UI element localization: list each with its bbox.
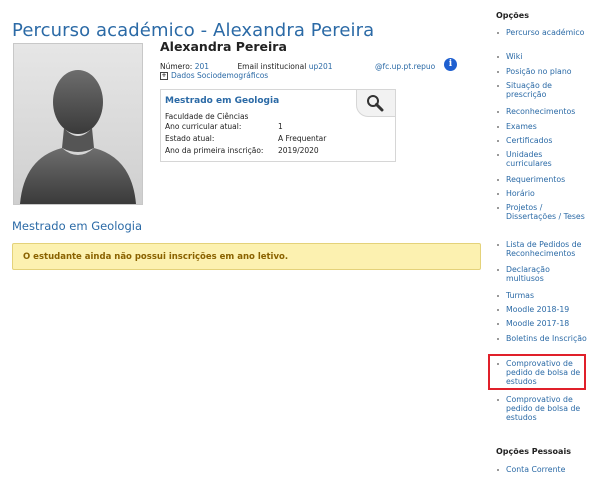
sidebar-item-label[interactable]: Posição no plano xyxy=(506,67,590,76)
sidebar-item-label[interactable]: Boletins de Inscrição xyxy=(506,334,590,343)
bullet-icon xyxy=(497,126,499,128)
bullet-icon xyxy=(497,399,499,401)
sidebar-item-label[interactable]: Percurso académico xyxy=(506,28,590,37)
bullet-icon xyxy=(497,469,499,471)
sidebar-item[interactable]: Posição no plano xyxy=(496,67,590,76)
sidebar-item[interactable]: Certificados xyxy=(496,136,590,145)
sidebar-personal-item[interactable]: Conta Corrente xyxy=(496,465,590,474)
course-row-key: Faculdade de Ciências xyxy=(165,112,249,121)
bullet-icon xyxy=(497,193,499,195)
bullet-icon xyxy=(497,207,499,209)
sidebar-personal-title: Opções Pessoais xyxy=(496,447,571,456)
student-meta: Número: 201 Email institucional up201 @f… xyxy=(160,62,435,71)
sidebar-item[interactable]: Projetos / Dissertações / Teses xyxy=(496,203,590,221)
sidebar-item-label[interactable]: Moodle 2018-19 xyxy=(506,305,590,314)
student-name: Alexandra Pereira xyxy=(160,39,287,54)
bullet-icon xyxy=(497,56,499,58)
course-row-key: Ano da primeira inscrição: xyxy=(165,146,264,155)
sidebar-item[interactable]: Requerimentos xyxy=(496,175,590,184)
bullet-icon xyxy=(497,179,499,181)
course-row-value: A Frequentar xyxy=(278,134,327,143)
sidebar-item-label[interactable]: Situação de prescrição xyxy=(506,81,590,99)
sidebar-item-label[interactable]: Projetos / Dissertações / Teses xyxy=(506,203,590,221)
course-row-key: Estado atual: xyxy=(165,134,215,143)
course-row: Estado atual: A Frequentar xyxy=(165,134,326,143)
socio-demographic-link[interactable]: Dados Sociodemográficos xyxy=(171,71,268,80)
sidebar-item[interactable]: Declaração multiusos xyxy=(496,265,590,283)
bullet-icon xyxy=(497,140,499,142)
bullet-icon xyxy=(497,269,499,271)
sidebar-item-label[interactable]: Turmas xyxy=(506,291,590,300)
email-user-link[interactable]: up201 xyxy=(309,62,333,71)
sidebar-item-label[interactable]: Conta Corrente xyxy=(506,465,590,474)
section-title: Mestrado em Geologia xyxy=(12,219,142,233)
email-domain-link[interactable]: @fc.up.pt.repuo xyxy=(375,62,435,71)
plus-square-icon[interactable]: + xyxy=(160,72,168,80)
email-label: Email institucional xyxy=(237,62,307,71)
magnifier-icon[interactable] xyxy=(366,94,384,112)
avatar xyxy=(13,43,143,205)
sidebar-item-label[interactable]: Exames xyxy=(506,122,590,131)
sidebar-item[interactable]: Exames xyxy=(496,122,590,131)
sidebar-item-label[interactable]: Horário xyxy=(506,189,590,198)
number-label: Número: xyxy=(160,62,193,71)
sidebar-options-title: Opções xyxy=(496,11,529,20)
course-row: Faculdade de Ciências xyxy=(165,112,278,121)
sidebar-item[interactable]: Horário xyxy=(496,189,590,198)
bullet-icon xyxy=(497,111,499,113)
bullet-icon xyxy=(497,154,499,156)
bullet-icon xyxy=(497,32,499,34)
bullet-icon xyxy=(497,309,499,311)
bullet-icon xyxy=(497,338,499,340)
warning-banner: O estudante ainda não possui inscrições … xyxy=(12,243,481,270)
socio-toggle-row[interactable]: + Dados Sociodemográficos xyxy=(160,71,268,80)
sidebar-item-label[interactable]: Requerimentos xyxy=(506,175,590,184)
bullet-icon xyxy=(497,244,499,246)
sidebar-item-label[interactable]: Comprovativo de pedido de bolsa de estud… xyxy=(506,395,590,422)
sidebar-item[interactable]: Wiki xyxy=(496,52,590,61)
sidebar-item[interactable]: Lista de Pedidos de Reconhecimentos xyxy=(496,240,590,258)
course-card: Mestrado em Geologia Faculdade de Ciênci… xyxy=(160,89,396,162)
sidebar-item[interactable]: Boletins de Inscrição xyxy=(496,334,590,343)
bullet-icon xyxy=(497,85,499,87)
sidebar-item-label[interactable]: Certificados xyxy=(506,136,590,145)
bullet-icon xyxy=(497,71,499,73)
course-row: Ano curricular atual: 1 xyxy=(165,122,283,131)
sidebar-item-label[interactable]: Moodle 2017-18 xyxy=(506,319,590,328)
course-row: Ano da primeira inscrição: 2019/2020 xyxy=(165,146,319,155)
sidebar-item[interactable]: Unidades curriculares xyxy=(496,150,590,168)
sidebar-item-label[interactable]: Wiki xyxy=(506,52,590,61)
sidebar-item[interactable]: Moodle 2018-19 xyxy=(496,305,590,314)
sidebar-item[interactable]: Situação de prescrição xyxy=(496,81,590,99)
course-row-value: 1 xyxy=(278,122,283,131)
student-number[interactable]: 201 xyxy=(195,62,209,71)
sidebar-item[interactable]: Turmas xyxy=(496,291,590,300)
info-icon[interactable]: i xyxy=(444,58,457,71)
sidebar-item[interactable]: Moodle 2017-18 xyxy=(496,319,590,328)
sidebar-item[interactable]: Comprovativo de pedido de bolsa de estud… xyxy=(496,395,590,422)
course-row-value: 2019/2020 xyxy=(278,146,319,155)
sidebar-item-label[interactable]: Reconhecimentos xyxy=(506,107,590,116)
course-card-title[interactable]: Mestrado em Geologia xyxy=(165,96,279,106)
sidebar-item-label[interactable]: Declaração multiusos xyxy=(506,265,590,283)
course-row-key: Ano curricular atual: xyxy=(165,122,242,131)
course-card-tab[interactable] xyxy=(356,89,396,117)
person-silhouette-icon xyxy=(14,44,142,204)
highlight-box xyxy=(488,354,586,390)
bullet-icon xyxy=(497,323,499,325)
warning-text: O estudante ainda não possui inscrições … xyxy=(23,252,289,262)
sidebar-item-label[interactable]: Lista de Pedidos de Reconhecimentos xyxy=(506,240,590,258)
sidebar-item[interactable]: Percurso académico xyxy=(496,28,590,37)
bullet-icon xyxy=(497,295,499,297)
sidebar-item[interactable]: Reconhecimentos xyxy=(496,107,590,116)
sidebar-item-label[interactable]: Unidades curriculares xyxy=(506,150,590,168)
page-title: Percurso académico - Alexandra Pereira xyxy=(12,20,375,42)
